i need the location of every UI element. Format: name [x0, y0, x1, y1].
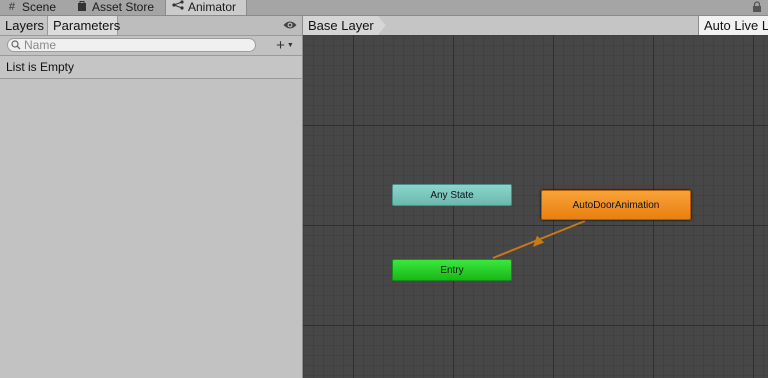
state-machine-graph[interactable]: Any State Entry AutoDoorAnimation — [303, 35, 768, 378]
plus-icon: + — [276, 36, 285, 54]
transition-arrow[interactable] — [303, 35, 768, 378]
tab-scene[interactable]: # Scene — [0, 0, 62, 15]
breadcrumb-base-layer[interactable]: Base Layer — [303, 16, 386, 35]
tab-parameters[interactable]: Parameters — [48, 16, 120, 35]
entry-node[interactable]: Entry — [392, 259, 512, 281]
default-state-node[interactable]: AutoDoorAnimation — [541, 190, 691, 220]
tab-layers[interactable]: Layers — [0, 16, 48, 35]
eye-icon[interactable] — [283, 20, 297, 30]
tab-animator-label: Animator — [188, 0, 237, 14]
window-tab-bar: # Scene Asset Store Animator — [0, 0, 768, 16]
graph-toolbar: Base Layer Auto Live Lin — [303, 16, 768, 36]
empty-list-message: List is Empty — [6, 60, 75, 74]
search-input[interactable] — [24, 39, 244, 51]
search-row: + ▼ — [0, 36, 302, 56]
panel-tab-header: Layers Parameters — [0, 16, 302, 36]
search-field[interactable] — [7, 38, 256, 52]
parameters-panel: Layers Parameters + ▼ List is Empty — [0, 16, 303, 378]
tab-scene-label: Scene — [21, 0, 56, 14]
tab-asset-store[interactable]: Asset Store — [70, 0, 162, 15]
chevron-down-icon: ▼ — [286, 41, 294, 49]
search-icon — [8, 39, 24, 51]
any-state-node[interactable]: Any State — [392, 184, 512, 206]
lock-icon[interactable] — [752, 1, 762, 13]
auto-live-link-toggle[interactable]: Auto Live Lin — [698, 16, 768, 35]
bag-icon — [76, 0, 88, 16]
tab-asset-store-label: Asset Store — [92, 0, 155, 14]
animator-icon — [172, 0, 184, 15]
tab-animator[interactable]: Animator — [165, 0, 247, 15]
add-parameter-button[interactable]: + ▼ — [272, 36, 298, 54]
hash-icon: # — [8, 1, 16, 13]
parameter-list: List is Empty — [0, 56, 302, 79]
